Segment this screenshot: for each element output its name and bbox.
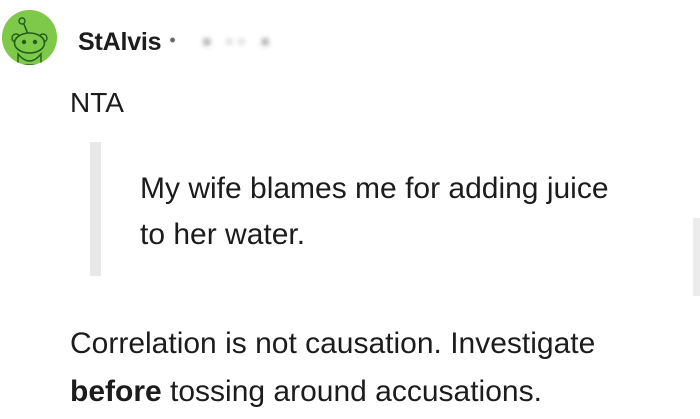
comment-verdict: NTA (70, 87, 124, 118)
author-username[interactable]: StAlvis (78, 28, 162, 57)
comment-meta: StAlvis • • ·· • (78, 26, 274, 58)
timestamp-text: • ·· • (203, 31, 275, 52)
body-text-before: Correlation is not causation. Investigat… (70, 327, 596, 360)
blockquote: My wife blames me for adding juice to he… (90, 142, 650, 276)
scrollbar[interactable] (693, 218, 700, 296)
blockquote-bar (90, 142, 101, 276)
comment-body: Correlation is not causation. Investigat… (70, 320, 690, 416)
blockquote-text: My wife blames me for adding juice to he… (140, 172, 609, 251)
timestamp-obscured: • ·· • (204, 32, 275, 53)
reddit-snoo-avatar-icon (2, 10, 57, 65)
body-text-bold: before (70, 375, 162, 408)
meta-separator: • (169, 30, 176, 50)
avatar[interactable] (2, 10, 57, 65)
body-text-after: tossing around accusations. (161, 375, 542, 408)
comment-card: StAlvis • • ·· • NTA My wife blames me f… (0, 0, 700, 419)
